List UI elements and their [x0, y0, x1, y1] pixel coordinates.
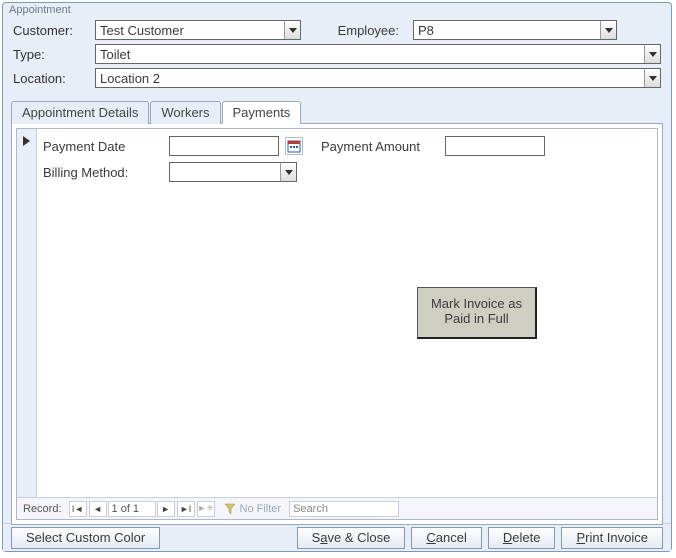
- mark-paid-button[interactable]: Mark Invoice as Paid in Full: [417, 287, 537, 339]
- location-label: Location:: [13, 71, 91, 86]
- select-custom-color-button[interactable]: Select Custom Color: [11, 527, 160, 549]
- location-combo[interactable]: Location 2: [95, 68, 661, 88]
- type-value: Toilet: [96, 47, 644, 62]
- window-title: Appointment: [3, 3, 671, 16]
- chevron-down-icon: [600, 21, 616, 39]
- billing-method-combo[interactable]: [169, 162, 297, 182]
- calendar-icon: [287, 139, 301, 153]
- tab-workers[interactable]: Workers: [150, 101, 220, 124]
- tab-payments[interactable]: Payments: [222, 101, 302, 124]
- type-combo[interactable]: Toilet: [95, 44, 661, 64]
- save-close-button[interactable]: Save & Close: [297, 527, 406, 549]
- chevron-down-icon: [644, 69, 660, 87]
- filter-icon: [224, 503, 236, 515]
- type-label: Type:: [13, 47, 91, 62]
- nav-prev-button[interactable]: ◄: [89, 501, 107, 517]
- print-invoice-button[interactable]: Print Invoice: [561, 527, 663, 549]
- payment-date-label: Payment Date: [43, 139, 163, 154]
- delete-button[interactable]: Delete: [488, 527, 556, 549]
- nav-next-button[interactable]: ►: [157, 501, 175, 517]
- appointment-window: Appointment Customer: Test Customer Empl…: [2, 2, 672, 552]
- customer-combo[interactable]: Test Customer: [95, 20, 301, 40]
- tab-appointment-details[interactable]: Appointment Details: [11, 101, 149, 124]
- footer-bar: Select Custom Color Save & Close Cancel …: [3, 523, 671, 551]
- record-selector[interactable]: [17, 129, 37, 497]
- chevron-down-icon: [280, 163, 296, 181]
- current-record-marker-icon: [23, 136, 30, 146]
- tab-body: Payment Date Payment Amount: [11, 123, 663, 525]
- employee-label: Employee:: [329, 23, 409, 38]
- header-form: Customer: Test Customer Employee: P8 Typ…: [3, 16, 671, 96]
- nav-new-button[interactable]: ►✳: [197, 501, 215, 517]
- chevron-down-icon: [644, 45, 660, 63]
- nav-position[interactable]: 1 of 1: [108, 501, 156, 517]
- calendar-button[interactable]: [285, 137, 303, 155]
- customer-label: Customer:: [13, 23, 91, 38]
- employee-value: P8: [414, 23, 600, 38]
- nav-first-button[interactable]: I◄: [69, 501, 87, 517]
- location-value: Location 2: [96, 71, 644, 86]
- cancel-button[interactable]: Cancel: [411, 527, 481, 549]
- record-navigator: Record: I◄ ◄ 1 of 1 ► ►I ►✳ No Filter Se…: [17, 497, 657, 519]
- payment-amount-input[interactable]: [445, 136, 545, 156]
- nav-search-input[interactable]: Search: [289, 501, 399, 517]
- customer-value: Test Customer: [96, 23, 284, 38]
- billing-method-label: Billing Method:: [43, 165, 163, 180]
- no-filter-indicator: No Filter: [216, 503, 290, 515]
- tab-control: Appointment Details Workers Payments Pay…: [11, 100, 663, 525]
- record-nav-label: Record:: [17, 503, 68, 515]
- payments-detail: Payment Date Payment Amount: [37, 129, 657, 497]
- chevron-down-icon: [284, 21, 300, 39]
- payment-date-input[interactable]: [169, 136, 279, 156]
- employee-combo[interactable]: P8: [413, 20, 617, 40]
- payments-subform: Payment Date Payment Amount: [16, 128, 658, 520]
- nav-last-button[interactable]: ►I: [177, 501, 195, 517]
- payment-amount-label: Payment Amount: [309, 139, 439, 154]
